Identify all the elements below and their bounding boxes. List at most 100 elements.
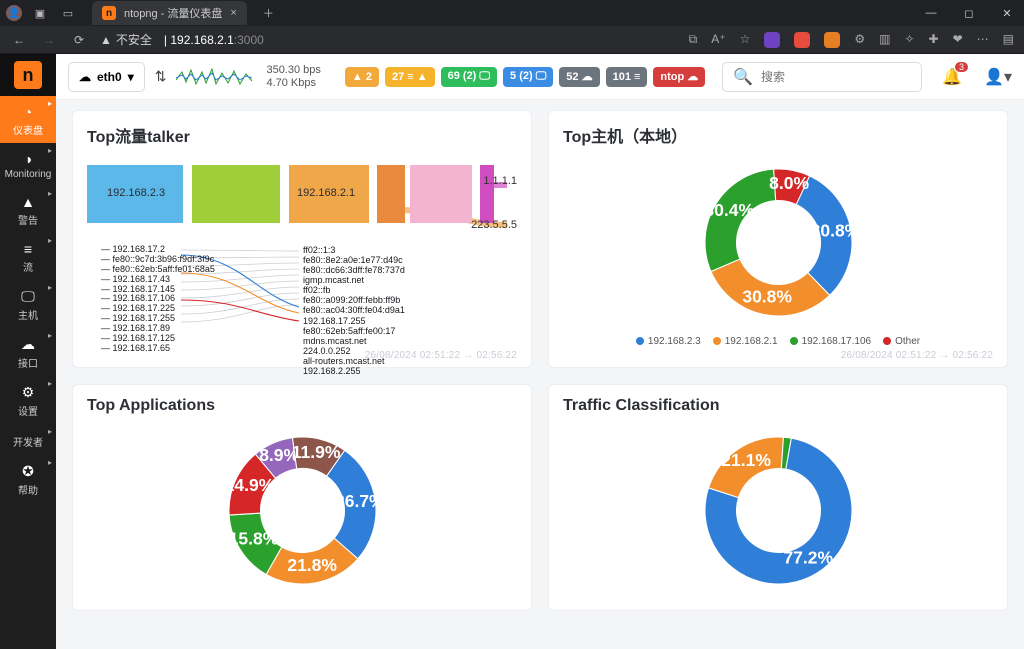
- notifications-bell[interactable]: 🔔3: [942, 67, 962, 87]
- chevron-right-icon: ▸: [48, 331, 52, 340]
- profile-avatar[interactable]: 👤: [6, 5, 22, 21]
- sidebar-label: 设置: [18, 403, 38, 418]
- search-box[interactable]: 🔍: [722, 62, 922, 92]
- status-badge-3[interactable]: 5 (2) 🖵: [503, 67, 553, 87]
- address-text[interactable]: | 192.168.2.1:3000: [164, 33, 264, 47]
- menu-icon[interactable]: ⋯: [977, 32, 989, 48]
- donut-slice-label: 30.8%: [810, 220, 860, 240]
- settings-gear-icon[interactable]: ⚙: [854, 32, 865, 48]
- card-title: Traffic Classification: [563, 397, 993, 415]
- new-tab-button[interactable]: ＋: [263, 5, 274, 21]
- ext1-icon[interactable]: [764, 32, 780, 48]
- sidebar-toggle-icon[interactable]: ▤: [1003, 32, 1014, 48]
- donut-slice-label: 21.1%: [721, 450, 771, 470]
- chevron-right-icon: ▸: [48, 458, 52, 467]
- card-title: Top Applications: [87, 397, 517, 415]
- status-badge-5[interactable]: 101 ≡: [606, 67, 648, 87]
- workspace-icon[interactable]: ▣: [30, 7, 50, 20]
- favorites-bar-icon[interactable]: ✧: [904, 32, 914, 48]
- app-logo[interactable]: n: [0, 54, 56, 96]
- ext2-icon[interactable]: [794, 32, 810, 48]
- legend-item[interactable]: 192.168.17.106: [790, 336, 872, 347]
- sidebar-label: 帮助: [18, 482, 38, 497]
- card-traffic-classification: Traffic Classification 77.2% 21.1%: [548, 384, 1008, 611]
- tabs-icon[interactable]: ▭: [58, 7, 78, 20]
- sidebar-item-3[interactable]: ▸ ≡ 流: [0, 233, 56, 280]
- donut-apps[interactable]: 26.7%21.8%15.8%14.9%8.9%11.9%: [215, 423, 390, 598]
- extensions-icon[interactable]: ✚: [929, 32, 939, 48]
- donut-slice-label: 8.0%: [769, 173, 809, 193]
- rate-readout: 350.30 bps 4.70 Kbps: [266, 64, 320, 88]
- interface-select[interactable]: ☁ eth0 ▾: [68, 62, 145, 92]
- donut-slice-label: 30.4%: [704, 200, 754, 220]
- legend-item[interactable]: Other: [883, 336, 920, 347]
- win-maximize[interactable]: ◻: [952, 2, 986, 24]
- close-tab-icon[interactable]: ×: [230, 7, 236, 19]
- sankey-node[interactable]: [410, 165, 472, 223]
- legend-item[interactable]: 192.168.2.3: [636, 336, 701, 347]
- sidebar-icon: 🖵: [21, 288, 35, 305]
- read-aloud-icon[interactable]: A⁺: [711, 32, 725, 48]
- ext3-icon[interactable]: [824, 32, 840, 48]
- health-icon[interactable]: ❤: [953, 32, 963, 48]
- donut-hosts[interactable]: 30.8%30.8%30.4%8.0%: [691, 155, 866, 330]
- favicon-icon: n: [102, 6, 116, 20]
- security-chip[interactable]: ▲ 不安全: [100, 31, 152, 48]
- legend: 192.168.2.3 192.168.2.1 192.168.17.106 Othe…: [636, 336, 920, 347]
- win-close[interactable]: ✕: [990, 2, 1024, 24]
- favorite-icon[interactable]: ☆: [740, 32, 751, 48]
- status-badge-4[interactable]: 52 ☁: [559, 67, 599, 87]
- donut-slice-label: 26.7%: [335, 491, 385, 511]
- donut-slice-label: 14.9%: [224, 475, 274, 495]
- traffic-sparkline: [176, 66, 256, 88]
- sankey-node[interactable]: [192, 165, 280, 223]
- browser-tab-strip: 👤 ▣ ▭ n ntopng - 流量仪表盘 × ＋ — ◻ ✕: [0, 0, 1024, 26]
- sidebar-item-8[interactable]: ▸ ✪ 帮助: [0, 455, 56, 503]
- win-minimize[interactable]: —: [914, 2, 948, 24]
- status-badge-0[interactable]: ▲ 2: [345, 67, 379, 87]
- sidebar-icon: ▲: [21, 194, 35, 210]
- collections-icon[interactable]: ▥: [879, 32, 890, 48]
- sidebar-icon: ☁: [21, 336, 35, 353]
- sidebar-item-2[interactable]: ▸ ▲ 警告: [0, 186, 56, 233]
- interface-label: eth0: [97, 70, 122, 84]
- chevron-right-icon: ▸: [48, 146, 52, 155]
- status-badge-2[interactable]: 69 (2) 🖵: [441, 67, 497, 87]
- updown-icon: ⇅: [155, 68, 167, 85]
- status-badge-6[interactable]: ntop ☁: [653, 67, 705, 87]
- sidebar-item-4[interactable]: ▸ 🖵 主机: [0, 280, 56, 328]
- nav-forward-icon[interactable]: →: [40, 33, 58, 47]
- nav-reload-icon[interactable]: ⟳: [70, 33, 88, 47]
- sidebar-icon: ◔: [24, 104, 32, 120]
- sidebar-item-6[interactable]: ▸ ⚙ 设置: [0, 376, 56, 424]
- sankey-node[interactable]: [377, 165, 405, 223]
- left-sidebar: n ▸ ◔ 仪表盘▸ ◑ Monitoring▸ ▲ 警告▸ ≡ 流▸ 🖵 主机…: [0, 54, 56, 649]
- sidebar-item-5[interactable]: ▸ ☁ 接口: [0, 328, 56, 376]
- card-timestamp: 26/08/2024 02:51:22 → 02:56:22: [365, 350, 517, 361]
- sidebar-label: 流: [23, 259, 33, 274]
- donut-slice-label: 77.2%: [783, 547, 833, 567]
- sidebar-label: 主机: [18, 307, 38, 322]
- nav-back-icon[interactable]: ←: [10, 33, 28, 47]
- search-icon: 🔍: [733, 67, 753, 87]
- chevron-right-icon: ▸: [48, 283, 52, 292]
- donut-slice-label: 15.8%: [228, 529, 278, 549]
- chevron-right-icon: ▸: [48, 236, 52, 245]
- chevron-right-icon: ▸: [48, 427, 52, 436]
- browser-tab[interactable]: n ntopng - 流量仪表盘 ×: [92, 1, 247, 25]
- donut-class[interactable]: 77.2% 21.1%: [691, 423, 866, 598]
- card-top-traffic-talkers: Top流量talker: [72, 110, 532, 368]
- sidebar-item-1[interactable]: ▸ ◑ Monitoring: [0, 143, 56, 186]
- sidebar-label: 开发者: [13, 434, 43, 449]
- sidebar-item-0[interactable]: ▸ ◔ 仪表盘: [0, 96, 56, 143]
- legend-item[interactable]: 192.168.2.1: [713, 336, 778, 347]
- search-input[interactable]: [761, 70, 916, 84]
- sankey-chart[interactable]: 192.168.2.3 192.168.2.1 1.1.1.1 223.5.5.…: [87, 155, 517, 355]
- link-icon[interactable]: ⧉: [689, 32, 698, 48]
- user-menu[interactable]: 👤▾: [984, 67, 1012, 87]
- donut-slice[interactable]: [705, 169, 776, 271]
- sidebar-item-7[interactable]: ▸ 开发者: [0, 424, 56, 455]
- sankey-node[interactable]: [480, 165, 494, 223]
- sankey-node-label: 192.168.2.1: [297, 187, 355, 199]
- status-badge-1[interactable]: 27 ≡ ▲: [385, 67, 435, 87]
